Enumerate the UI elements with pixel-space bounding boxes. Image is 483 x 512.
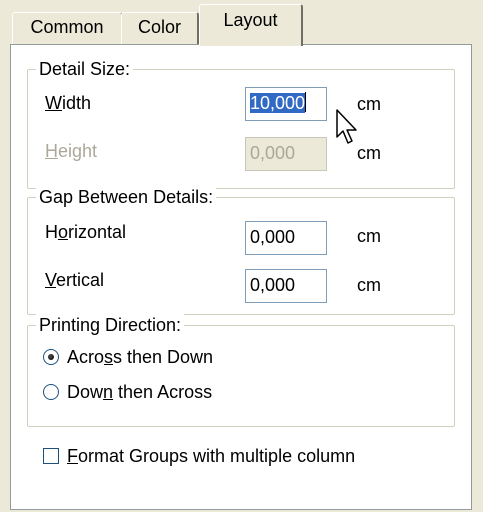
detail-size-group: Detail Size: bbox=[27, 58, 455, 189]
width-value: 10,000 bbox=[250, 93, 306, 113]
vertical-value: 0,000 bbox=[250, 275, 296, 295]
detail-size-legend: Detail Size: bbox=[36, 58, 134, 80]
horizontal-value: 0,000 bbox=[250, 227, 296, 247]
tab-color[interactable]: Color bbox=[121, 12, 199, 44]
width-input[interactable]: 10,000 bbox=[245, 87, 327, 121]
radio-selected-dot bbox=[48, 354, 54, 360]
tab-layout[interactable]: Layout bbox=[199, 4, 303, 46]
format-groups-checkbox[interactable] bbox=[43, 448, 59, 464]
layout-tab-panel: Detail Size: Width 10,000 cm Height 0,00… bbox=[10, 44, 472, 510]
horizontal-unit: cm bbox=[357, 226, 381, 246]
height-input: 0,000 bbox=[245, 137, 327, 171]
printing-direction-legend: Printing Direction: bbox=[36, 314, 185, 336]
horizontal-input[interactable]: 0,000 bbox=[245, 221, 327, 255]
vertical-label: Vertical bbox=[45, 270, 105, 290]
vertical-unit: cm bbox=[357, 275, 381, 295]
gap-between-details-group: Gap Between Details: bbox=[27, 186, 455, 315]
mouse-pointer-icon bbox=[336, 109, 357, 144]
tab-layout-label: Layout bbox=[223, 10, 278, 30]
down-then-across-label[interactable]: Down then Across bbox=[67, 381, 212, 403]
tab-strip: Common Color Layout bbox=[0, 0, 483, 48]
gap-between-details-legend: Gap Between Details: bbox=[36, 186, 217, 208]
height-value: 0,000 bbox=[250, 143, 296, 163]
vertical-input[interactable]: 0,000 bbox=[245, 269, 327, 303]
width-label: Width bbox=[45, 93, 92, 113]
width-unit: cm bbox=[357, 94, 381, 114]
height-unit: cm bbox=[357, 143, 381, 163]
text-caret bbox=[305, 92, 307, 112]
printing-direction-group: Printing Direction: bbox=[27, 314, 455, 427]
tab-common[interactable]: Common bbox=[12, 12, 123, 44]
across-then-down-label[interactable]: Across then Down bbox=[67, 346, 213, 368]
across-then-down-radio[interactable] bbox=[43, 349, 59, 365]
tab-color-label: Color bbox=[137, 17, 181, 37]
down-then-across-radio[interactable] bbox=[43, 384, 59, 400]
horizontal-label: Horizontal bbox=[45, 222, 127, 242]
height-label: Height bbox=[45, 141, 98, 161]
tab-common-label: Common bbox=[30, 17, 104, 37]
format-groups-label[interactable]: Format Groups with multiple column bbox=[67, 445, 355, 467]
